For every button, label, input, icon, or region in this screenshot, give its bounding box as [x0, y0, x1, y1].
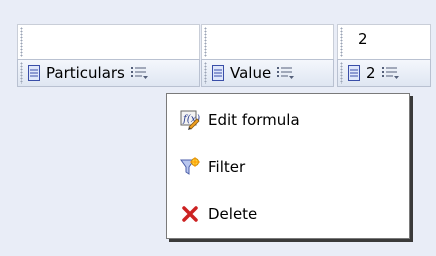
- drag-handle[interactable]: [20, 62, 23, 84]
- column-menu-icon[interactable]: [381, 66, 400, 80]
- column-value-value-cell[interactable]: [201, 24, 334, 60]
- column-header-2[interactable]: 2: [337, 59, 431, 87]
- edit-formula-icon: f(x): [180, 110, 200, 130]
- cell-value: 2: [358, 30, 368, 48]
- column-header-label: 2: [366, 64, 376, 82]
- document-icon: [28, 65, 40, 81]
- menu-item-label: Delete: [208, 205, 258, 223]
- column-header-label: Particulars: [46, 64, 125, 82]
- delete-icon: [180, 204, 200, 224]
- drag-handle[interactable]: [204, 62, 207, 84]
- drag-handle[interactable]: [204, 27, 207, 57]
- column-menu-icon[interactable]: [277, 66, 295, 80]
- menu-item-label: Filter: [208, 158, 246, 176]
- menu-item-filter[interactable]: Filter: [167, 147, 409, 187]
- document-icon: [212, 65, 224, 81]
- column-context-menu: f(x) Edit formula Filter Delete: [166, 93, 410, 239]
- document-icon: [348, 65, 360, 81]
- column-header-particulars[interactable]: Particulars: [17, 59, 200, 87]
- menu-item-label: Edit formula: [208, 111, 300, 129]
- menu-item-delete[interactable]: Delete: [167, 194, 409, 234]
- drag-handle[interactable]: [20, 27, 23, 57]
- column-header-label: Value: [230, 64, 272, 82]
- column-2-value-cell[interactable]: 2: [337, 24, 431, 60]
- column-particulars-value-cell[interactable]: [17, 24, 200, 60]
- filter-icon: [180, 157, 200, 177]
- menu-item-edit-formula[interactable]: f(x) Edit formula: [167, 100, 409, 140]
- column-header-value[interactable]: Value: [201, 59, 334, 87]
- column-menu-icon[interactable]: [130, 66, 149, 80]
- drag-handle[interactable]: [340, 27, 343, 57]
- drag-handle[interactable]: [340, 62, 343, 84]
